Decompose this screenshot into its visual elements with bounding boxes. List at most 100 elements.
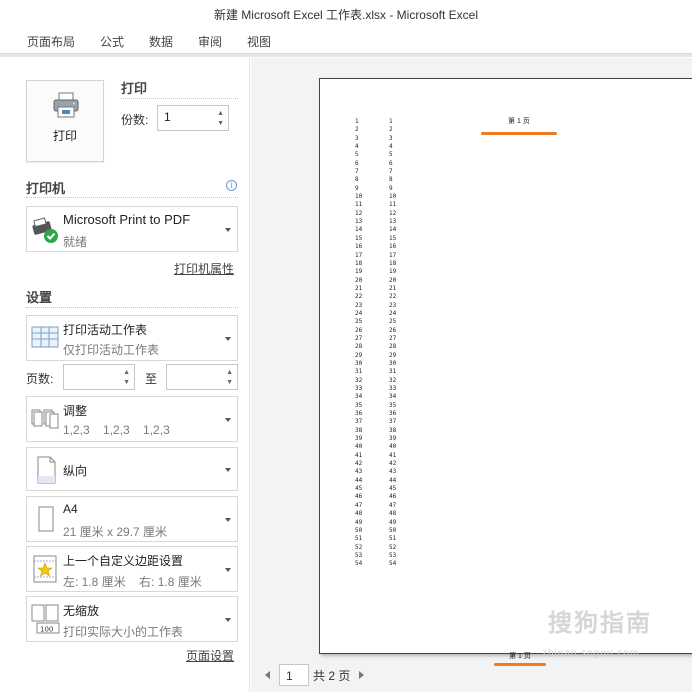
- no-scaling-icon: 100: [31, 604, 60, 634]
- page-setup-link[interactable]: 页面设置: [186, 647, 234, 664]
- printer-dropdown[interactable]: Microsoft Print to PDF 就绪: [26, 206, 238, 252]
- chevron-down-icon: [225, 518, 231, 522]
- margins-dropdown[interactable]: 上一个自定义边距设置 左: 1.8 厘米 右: 1.8 厘米: [26, 546, 238, 592]
- svg-text:100: 100: [40, 626, 53, 634]
- tab-view[interactable]: 视图: [247, 33, 271, 50]
- preview-row-number: 31: [389, 368, 397, 376]
- preview-row-number: 8: [355, 176, 359, 184]
- preview-row-number: 31: [355, 368, 363, 376]
- preview-row-number: 46: [389, 493, 397, 501]
- printer-name: Microsoft Print to PDF: [63, 212, 191, 227]
- print-section-title: 打印: [121, 81, 148, 96]
- preview-row-number: 38: [355, 426, 363, 434]
- preview-row-number: 32: [389, 376, 397, 384]
- preview-row-number: 16: [355, 243, 363, 251]
- preview-row-number: 48: [389, 510, 397, 518]
- chevron-down-icon: [225, 418, 231, 422]
- preview-row-number: 47: [389, 501, 397, 509]
- collate-icon: [31, 409, 59, 429]
- preview-row-number: 23: [355, 301, 363, 309]
- print-button-label: 打印: [52, 129, 77, 143]
- scaling-subtitle: 打印实际大小的工作表: [63, 625, 184, 639]
- pages-to-input[interactable]: ▲ ▼: [166, 364, 238, 390]
- collate-dropdown[interactable]: 调整 1,2,3 1,2,3 1,2,3: [26, 396, 238, 442]
- stepper-up-icon[interactable]: ▲: [226, 369, 233, 376]
- preview-row-number: 4: [389, 143, 393, 151]
- next-page-icon[interactable]: [359, 671, 364, 679]
- page-footer: 第 1 页: [509, 653, 531, 660]
- preview-row-number: 30: [389, 359, 397, 367]
- preview-row-number: 30: [355, 359, 363, 367]
- print-scope-dropdown[interactable]: 打印活动工作表 仅打印活动工作表: [26, 315, 238, 361]
- stepper-down-icon[interactable]: ▼: [123, 379, 130, 386]
- title-bar: 新建 Microsoft Excel 工作表.xlsx - Microsoft …: [0, 0, 692, 28]
- preview-row-number: 40: [355, 443, 363, 451]
- preview-row-number: 20: [389, 276, 397, 284]
- preview-row-number: 14: [389, 226, 397, 234]
- preview-row-number: 42: [355, 460, 363, 468]
- preview-row-number: 1: [355, 118, 359, 125]
- stepper-down-icon[interactable]: ▼: [226, 379, 233, 386]
- preview-column-a: 1 2 3 4 5 6 7 8 9 10 11 12 13 14 15 16 17 18 19 20 21 22 23 24 2…: [355, 118, 362, 569]
- pages-from-input[interactable]: ▲ ▼: [63, 364, 135, 390]
- tab-formulas[interactable]: 公式: [100, 33, 124, 50]
- copies-stepper[interactable]: 1 ▲ ▼: [157, 105, 229, 131]
- chevron-down-icon: [225, 618, 231, 622]
- stepper-up-icon[interactable]: ▲: [123, 369, 130, 376]
- preview-row-number: 50: [389, 526, 397, 534]
- stepper-down-icon[interactable]: ▼: [217, 120, 224, 127]
- margins-title: 上一个自定义边距设置: [63, 554, 184, 568]
- printer-section-divider: [26, 197, 238, 198]
- print-scope-subtitle: 仅打印活动工作表: [63, 343, 160, 357]
- preview-row-number: 51: [389, 535, 397, 543]
- orientation-dropdown[interactable]: 纵向: [26, 447, 238, 491]
- preview-row-number: 3: [355, 134, 359, 142]
- paper-size-dropdown[interactable]: A4 21 厘米 x 29.7 厘米: [26, 496, 238, 542]
- total-pages-label: 共 2 页: [313, 669, 351, 683]
- info-icon[interactable]: i: [226, 180, 237, 191]
- printer-status: 就绪: [63, 235, 88, 249]
- preview-row-number: 2: [389, 126, 393, 134]
- preview-row-number: 25: [389, 318, 397, 326]
- preview-row-number: 37: [355, 418, 363, 426]
- stepper-up-icon[interactable]: ▲: [217, 110, 224, 117]
- preview-row-number: 35: [389, 401, 397, 409]
- pages-to-label: 至: [145, 372, 158, 386]
- preview-row-number: 5: [355, 151, 359, 159]
- tab-page-layout[interactable]: 页面布局: [27, 33, 75, 50]
- preview-row-number: 26: [389, 326, 397, 334]
- print-button[interactable]: 打印: [26, 80, 104, 162]
- printer-section-title: 打印机: [26, 181, 66, 196]
- preview-row-number: 28: [389, 343, 397, 351]
- preview-row-number: 19: [389, 268, 397, 276]
- preview-row-number: 12: [389, 209, 397, 217]
- preview-row-number: 49: [355, 518, 363, 526]
- page-number-input[interactable]: 1: [279, 664, 309, 686]
- preview-row-number: 32: [355, 376, 363, 384]
- preview-row-number: 43: [389, 468, 397, 476]
- preview-row-number: 6: [389, 159, 393, 167]
- preview-row-number: 21: [389, 284, 397, 292]
- preview-row-number: 13: [355, 218, 363, 226]
- settings-section-title: 设置: [26, 290, 53, 305]
- scaling-dropdown[interactable]: 100 无缩放 打印实际大小的工作表: [26, 596, 238, 642]
- preview-row-number: 23: [389, 301, 397, 309]
- portrait-page-icon: [37, 456, 56, 484]
- preview-row-number: 51: [355, 535, 363, 543]
- preview-row-number: 54: [389, 560, 397, 568]
- preview-row-number: 11: [389, 201, 397, 209]
- watermark-text: 搜狗指南: [548, 610, 652, 637]
- preview-row-number: 52: [355, 543, 363, 551]
- prev-page-icon[interactable]: [265, 671, 270, 679]
- tab-review[interactable]: 审阅: [198, 33, 222, 50]
- preview-row-number: 52: [389, 543, 397, 551]
- copies-label: 份数:: [121, 113, 149, 127]
- preview-row-number: 54: [355, 560, 363, 568]
- worksheet-icon: [31, 326, 59, 348]
- pages-label: 页数:: [26, 372, 54, 386]
- preview-row-number: 1: [389, 118, 393, 125]
- tab-data[interactable]: 数据: [149, 33, 173, 50]
- current-page-value: 1: [286, 669, 293, 683]
- printer-properties-link[interactable]: 打印机属性: [174, 260, 234, 277]
- ribbon-tabs: 页面布局 公式 数据 审阅 视图: [0, 28, 692, 54]
